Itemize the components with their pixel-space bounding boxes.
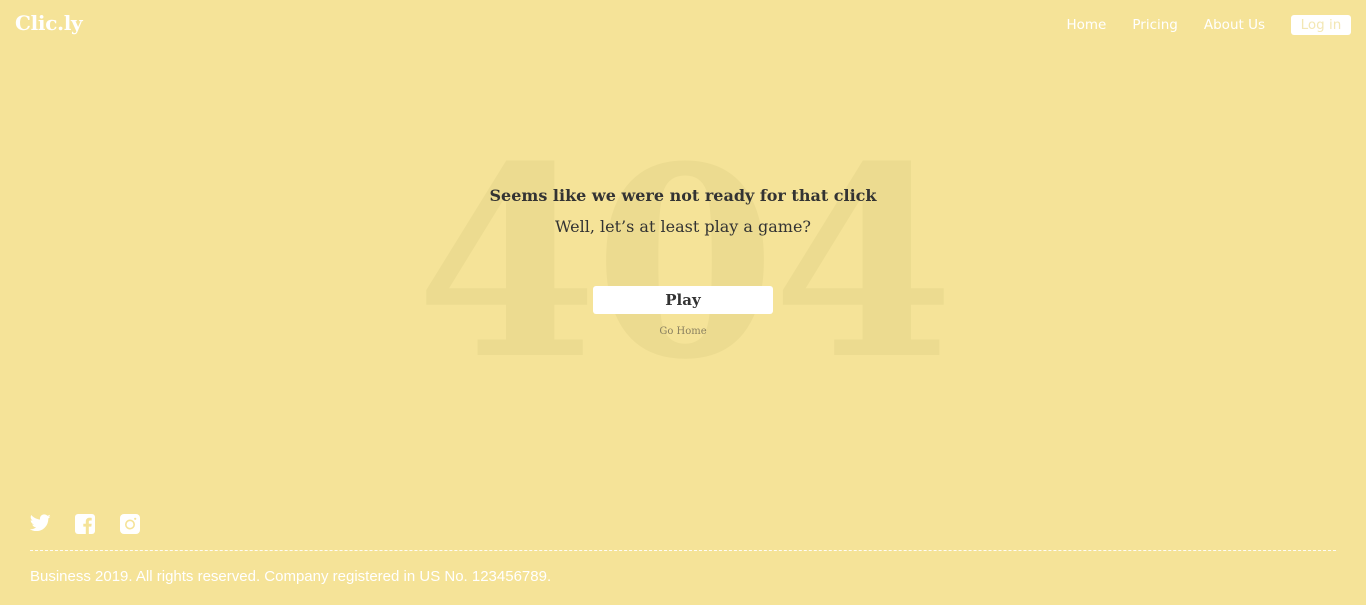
footer-copyright: Business 2019. All rights reserved. Comp…: [30, 568, 552, 585]
footer-divider: [30, 550, 1336, 551]
facebook-icon[interactable]: [75, 514, 96, 534]
nav-link-about-us[interactable]: About Us: [1204, 17, 1265, 33]
go-home-link[interactable]: Go Home: [659, 326, 706, 337]
top-nav: Home Pricing About Us Log in: [1040, 15, 1351, 35]
nav-link-pricing[interactable]: Pricing: [1132, 17, 1178, 33]
instagram-icon[interactable]: [120, 514, 141, 534]
login-button[interactable]: Log in: [1291, 15, 1351, 35]
brand-logo[interactable]: Clic.ly: [15, 11, 83, 35]
error-subtitle: Well, let’s at least play a game?: [555, 217, 811, 236]
error-content: Seems like we were not ready for that cl…: [0, 185, 1366, 338]
twitter-icon[interactable]: [29, 514, 51, 534]
error-title: Seems like we were not ready for that cl…: [489, 186, 877, 205]
social-links: [29, 514, 165, 534]
nav-link-home[interactable]: Home: [1066, 17, 1106, 33]
play-button[interactable]: Play: [593, 286, 773, 314]
